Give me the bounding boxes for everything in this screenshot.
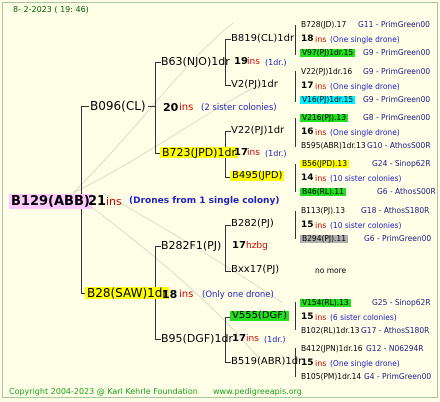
gen4-code: G25 - Sinop62R [372, 298, 431, 307]
gen4-code: G4 - PrimGreen00 [364, 372, 432, 381]
gen4-ins-count: 15 [301, 220, 314, 230]
connector [295, 25, 296, 55]
gen4-ins-count: 15 [301, 312, 314, 322]
gen4-code: G10 - AthosS00R [367, 141, 431, 150]
gen4-code: G8 - PrimGreen00 [363, 113, 431, 122]
gen2-d-ins-label: ins [246, 334, 259, 344]
gen4-code: G18 - AthosS180R [361, 206, 430, 215]
gen4-code: G12 - N06294R [366, 344, 424, 353]
gen4-ins-label: ins [315, 128, 327, 137]
gen4-ins-label: ins [315, 313, 327, 322]
connector [295, 211, 296, 239]
root-ins-label: ins [106, 195, 122, 208]
dam-ins-count: 18 [162, 288, 178, 301]
gen4-code: G6 - AthosS00R [377, 187, 436, 196]
gen4-queen[interactable]: B56(JPD).13 [300, 160, 349, 168]
gen3-f-queen[interactable]: Bxx17(PJ) [231, 265, 279, 275]
gen4-queen[interactable]: B595(ABR)1dr.13 [301, 142, 366, 150]
gen2-a-ins-count: 19 [234, 56, 248, 67]
gen4-queen[interactable]: V16(PJ)1dr.15 [300, 96, 356, 104]
gen4-note: (One single drone) [330, 82, 400, 91]
gen2-b-ins-count: 17 [234, 147, 248, 158]
gen4-code: G9 - PrimGreen00 [363, 95, 431, 104]
connector [295, 302, 296, 330]
gen3-a-queen[interactable]: B819(CL)1dr [231, 34, 294, 44]
footer-copyright: Copyright 2004-2023 @ Karl Kehrle Founda… [9, 387, 198, 396]
gen2-b-queen[interactable]: B723(JPD)1dr [160, 147, 238, 158]
gen4-ins-label: ins [315, 359, 327, 368]
gen2-d-queen[interactable]: B95(DGF)1dr [161, 333, 233, 344]
gen4-ins-count: 14 [301, 173, 314, 183]
connector [225, 225, 226, 271]
gen3-g-queen[interactable]: V555(DGF) [230, 311, 289, 321]
dam-queen[interactable]: B28(SAW)1dr [85, 287, 170, 299]
connector [81, 106, 89, 107]
gen3-d-queen[interactable]: B495(JPD) [230, 171, 285, 181]
sire-ins-count: 20 [163, 101, 179, 114]
gen2-a-ins-label: ins [247, 57, 260, 67]
gen3-h-queen[interactable]: B519(ABR)1dr [231, 357, 302, 367]
root-note: (Drones from 1 single colony) [129, 196, 280, 206]
gen4-ins-label: ins [315, 221, 327, 230]
pedigree-panel: { "header": { "date": "8- 2-2023 ( 19: 4… [2, 2, 438, 398]
gen4-code: G17 - AthosS180R [361, 326, 430, 335]
gen4-note: (10 sister colonies) [330, 221, 402, 230]
gen4-ins-count: 15 [301, 358, 314, 368]
gen2-c-ins-count: 17 [232, 240, 246, 251]
dam-ins-label: ins [179, 289, 194, 300]
gen4-code: G24 - Sinop62R [372, 159, 431, 168]
sire-queen[interactable]: B096(CL) [90, 100, 146, 112]
gen4-queen[interactable]: B412(JPN)1dr.16 [301, 345, 363, 353]
gen4-ins-count: 17 [301, 81, 314, 91]
sire-ins-label: ins [179, 102, 194, 113]
gen4-code: G9 - PrimGreen00 [363, 48, 431, 57]
gen4-note: (One single drone) [330, 35, 400, 44]
gen4-ins-label: ins [315, 174, 327, 183]
gen4-ins-count: 16 [301, 127, 314, 137]
gen4-ins-label: ins [315, 35, 327, 44]
gen4-queen[interactable]: B102(RL)1dr.13 [301, 327, 360, 335]
gen4-code: G6 - PrimGreen00 [364, 234, 432, 243]
connector [148, 106, 156, 107]
gen3-b-queen[interactable]: V2(PJ)1dr [231, 80, 278, 90]
gen4-queen[interactable]: V22(PJ)1dr.16 [301, 68, 352, 76]
connector [295, 164, 296, 192]
gen4-queen[interactable]: V97(PJ)1dr.15 [300, 49, 356, 57]
gen4-note: (6 sister colonies) [330, 313, 397, 322]
gen4-note: (10 sister colonies) [330, 174, 402, 183]
footer-url[interactable]: www.pedigreeapis.org [213, 388, 302, 396]
gen3-e-queen[interactable]: B282(PJ) [231, 219, 274, 229]
connector [155, 62, 156, 153]
gen2-d-note: (1dr.) [264, 335, 286, 344]
sire-note: (2 sister colonies) [201, 103, 277, 113]
connector [295, 118, 296, 147]
gen4-note: (One single drone) [330, 359, 400, 368]
root-queen[interactable]: B129(ABB) [9, 194, 92, 209]
gen4-ins-label: ins [315, 82, 327, 91]
gen2-d-ins-count: 17 [232, 333, 246, 344]
root-ins-count: 21 [88, 194, 107, 209]
gen4-code: G9 - PrimGreen00 [363, 67, 431, 76]
gen2-b-note: (1dr.) [265, 149, 287, 158]
gen4-queen[interactable]: V154(RL).13 [300, 299, 351, 307]
gen4-ins-count: 18 [301, 34, 314, 44]
gen3-c-queen[interactable]: V22(PJ)1dr [231, 126, 284, 136]
gen4-queen[interactable]: B105(PM)1dr.14 [301, 373, 361, 381]
gen4-queen[interactable]: B113(PJ).13 [301, 207, 345, 215]
gen2-a-note: (1dr.) [265, 58, 287, 67]
gen4-queen[interactable]: B294(PJ).11 [300, 235, 348, 243]
connector [295, 71, 296, 102]
gen4-code: G11 - PrimGreen00 [358, 20, 430, 29]
gen4-note: no more [315, 266, 347, 275]
gen2-c-queen[interactable]: B282F1(PJ) [161, 240, 221, 251]
gen4-note: (One single drone) [330, 128, 400, 137]
dam-note: (Only one drone) [202, 290, 274, 300]
gen4-queen[interactable]: B46(RL).11 [300, 188, 346, 196]
gen2-a-queen[interactable]: B63(NJO)1dr [161, 56, 230, 67]
gen4-queen[interactable]: V216(PJ).13 [300, 114, 348, 122]
gen4-queen[interactable]: B728(JD).17 [301, 21, 346, 29]
gen2-c-ins-label: hzbg [246, 241, 268, 251]
gen2-b-ins-label: ins [247, 148, 260, 158]
